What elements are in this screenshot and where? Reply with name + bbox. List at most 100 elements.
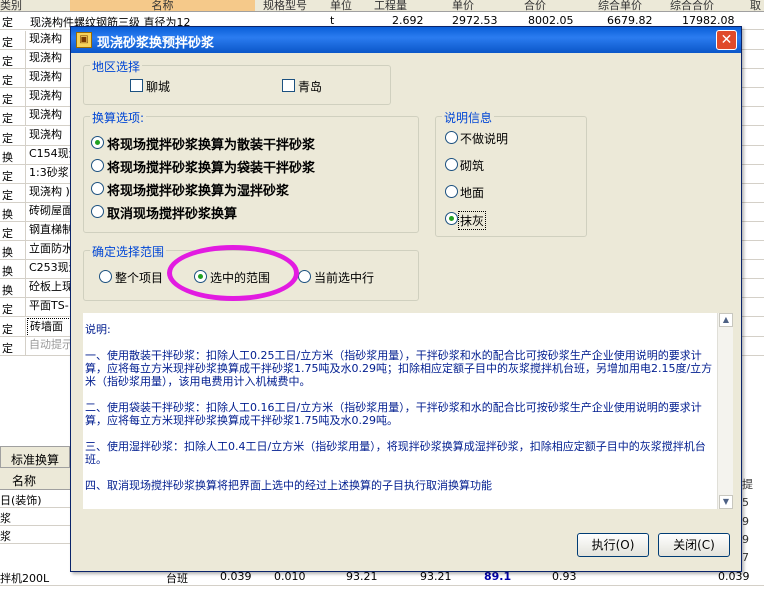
execute-button[interactable]: 执行(O) (577, 533, 649, 557)
list-item[interactable]: 浆 (0, 508, 70, 526)
col-header-qty[interactable]: 工程量 (374, 0, 407, 11)
col-header-unit[interactable]: 单位 (330, 0, 352, 11)
row-name: C253现浇 石<31.5 (29, 261, 128, 275)
close-icon[interactable]: ✕ (716, 30, 737, 50)
row-name: 立面防水 室外回填 (29, 242, 121, 256)
col-header-name[interactable]: 名称 (70, 0, 255, 11)
col-header-type[interactable]: 类别 (0, 0, 22, 11)
conversion-options-group: 换算选项: 将现场搅拌砂浆换算为散装干拌砂浆 将现场搅拌砂浆换算为袋装干拌砂浆 … (83, 109, 419, 233)
label-bulk-dry-mortar[interactable]: 将现场搅拌砂浆换算为散装干拌砂浆 (107, 134, 315, 153)
col-header-unit-total[interactable]: 综合单价 (598, 0, 642, 11)
row-name: 现浇构 ) (29, 184, 70, 198)
row-type: 定 (0, 126, 26, 145)
label-masonry[interactable]: 砌筑 (460, 157, 484, 174)
row-type: 定 (0, 50, 26, 69)
label-no-info[interactable]: 不做说明 (460, 130, 508, 147)
right-col-label: 提 (742, 478, 753, 491)
row-type: 定 (0, 107, 26, 126)
right-col-value: 9 (742, 533, 749, 546)
radio-bagged-dry-mortar[interactable] (91, 159, 104, 172)
label-current-row[interactable]: 当前选中行 (314, 269, 374, 286)
col-header-spec[interactable]: 规格型号 (263, 0, 307, 11)
label-wet-mortar[interactable]: 将现场搅拌砂浆换算为湿拌砂浆 (107, 180, 289, 199)
radio-bulk-dry-mortar[interactable] (91, 136, 104, 149)
dialog-title: 现浇砂浆换预拌砂浆 (97, 36, 215, 51)
row-name: 平面TS- (29, 299, 69, 313)
label-bagged-dry-mortar[interactable]: 将现场搅拌砂浆换算为袋装干拌砂浆 (107, 157, 315, 176)
region-group-title: 地区选择 (90, 58, 143, 75)
row-name: 现浇构 (29, 89, 62, 103)
mortar-conversion-dialog: ▣ 现浇砂浆换预拌砂浆 ✕ 地区选择 聊城 青岛 换算选项: 将现场搅拌砂浆换算… (70, 26, 742, 572)
region-label-qingdao: 青岛 (298, 80, 323, 94)
row-name: C154现浇 碎石<40 (29, 146, 128, 160)
row-type: 定 (0, 164, 26, 183)
row-type: 定 (0, 298, 26, 317)
row-type: 定 (0, 88, 26, 107)
description-paragraph: 一、使用散装干拌砂浆：扣除人工0.25工日/立方米（指砂浆用量），干拌砂浆和水的… (85, 349, 713, 388)
col-header-extra[interactable]: 取 (750, 0, 761, 11)
info-group-title: 说明信息 (442, 109, 495, 126)
row-type: 定 (0, 222, 26, 240)
description-scrollbar[interactable]: ▲ ▼ (717, 313, 733, 509)
row-type: 换 (0, 202, 26, 221)
label-plastering[interactable]: 抹灰 (458, 211, 487, 230)
conversion-group-title: 换算选项: (90, 109, 147, 126)
description-paragraph: 四、取消现场搅拌砂浆换算将把界面上选中的经过上述换算的子目执行取消换算功能 (85, 479, 492, 492)
column-header-bar: 类别 名称 规格型号 单位 工程量 单价 合价 综合单价 综合合价 取 (0, 0, 764, 12)
region-group: 地区选择 聊城 青岛 (83, 58, 391, 105)
scope-group-title: 确定选择范围 (90, 243, 167, 260)
region-checkbox-qingdao[interactable] (282, 79, 295, 92)
info-group: 说明信息 不做说明 砌筑 地面 抹灰 (435, 109, 587, 237)
description-heading: 说明: (85, 323, 111, 336)
radio-floor[interactable] (445, 185, 458, 198)
row-name: 现浇构 (29, 51, 62, 65)
row-type: 换 (0, 279, 26, 298)
label-cancel-conversion[interactable]: 取消现场搅拌砂浆换算 (107, 203, 237, 222)
radio-masonry[interactable] (445, 158, 458, 171)
description-paragraph: 二、使用袋装干拌砂浆：扣除人工0.16工日/立方米（指砂浆用量），干拌砂浆和水的… (85, 401, 702, 427)
radio-current-row[interactable] (298, 270, 311, 283)
right-col-value: 7 (742, 551, 749, 564)
region-label-liaocheng: 聊城 (146, 80, 171, 94)
radio-wet-mortar[interactable] (91, 182, 104, 195)
row-unit: 台班 (166, 572, 188, 585)
row-name: 自动提示 (29, 337, 73, 351)
row-type: 定 (0, 317, 26, 336)
row-name: 现浇构 (29, 32, 62, 45)
right-col-value: 9 (742, 515, 749, 528)
row-type: 定 (0, 336, 26, 355)
description-paragraph: 三、使用湿拌砂浆：扣除人工0.4工日/立方米（指砂浆用量），将现拌砂浆换算成湿拌… (85, 440, 706, 466)
radio-plastering[interactable] (445, 212, 458, 225)
row-name: 现浇构 (29, 127, 62, 141)
bottom-col-header-name[interactable]: 名称 (0, 468, 70, 490)
row-type: 换 (0, 145, 26, 164)
row-type: 定 (2, 16, 13, 29)
row-name: 砖砌屋面 ] (29, 203, 81, 217)
list-item[interactable]: 日(装饰) (0, 490, 70, 508)
close-button[interactable]: 关闭(C) (658, 533, 730, 557)
row-name: 砼板上现 珍珠岩保 (29, 280, 121, 294)
row-type: 定 (0, 69, 26, 88)
col-header-price[interactable]: 单价 (452, 0, 474, 11)
row-name: 钢直梯制 (29, 223, 73, 236)
region-checkbox-liaocheng[interactable] (130, 79, 143, 92)
label-floor[interactable]: 地面 (460, 184, 484, 201)
list-item[interactable]: 浆 (0, 526, 70, 544)
scroll-up-icon[interactable]: ▲ (719, 313, 733, 327)
radio-cancel-conversion[interactable] (91, 205, 104, 218)
radio-no-info[interactable] (445, 131, 458, 144)
row-type: 换 (0, 241, 26, 260)
dialog-titlebar[interactable]: ▣ 现浇砂浆换预拌砂浆 ✕ (71, 27, 741, 53)
scroll-down-icon[interactable]: ▼ (719, 495, 733, 509)
right-col-value: 5 (742, 496, 749, 509)
description-text-area[interactable]: 说明: 一、使用散装干拌砂浆：扣除人工0.25工日/立方米（指砂浆用量），干拌砂… (83, 313, 717, 509)
row-name: 现浇构 (29, 70, 62, 84)
row-type: 定 (0, 183, 26, 202)
col-header-total[interactable]: 合价 (524, 0, 546, 11)
tab-standard-conversion[interactable]: 标准换算 (0, 446, 70, 468)
highlight-annotation-circle (167, 245, 299, 301)
label-whole-project[interactable]: 整个项目 (115, 269, 163, 286)
col-header-sum[interactable]: 综合合价 (670, 0, 714, 11)
radio-whole-project[interactable] (99, 270, 112, 283)
row-name: 现浇构 (29, 108, 62, 122)
